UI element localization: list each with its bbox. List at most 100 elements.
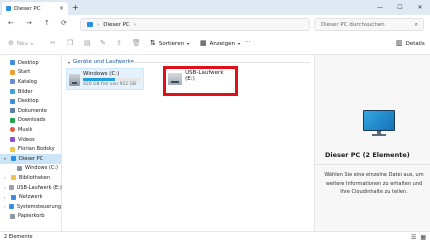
music-icon: [10, 127, 15, 133]
sidebar-item-videos[interactable]: Videos: [0, 135, 61, 145]
network-icon: [11, 194, 16, 200]
group-title: Geräte und Laufwerke: [73, 59, 135, 65]
paste-icon[interactable]: ▤: [84, 40, 91, 47]
computer-icon: [363, 110, 395, 136]
sidebar-item-desktop-2[interactable]: Desktop: [0, 96, 61, 106]
details-label: Details: [405, 40, 425, 47]
windows-drive-icon: [69, 74, 80, 86]
pictures-icon: [10, 89, 15, 95]
breadcrumb[interactable]: Dieser PC: [103, 22, 130, 28]
refresh-icon[interactable]: ⟳: [61, 19, 67, 27]
rename-icon[interactable]: ✎: [100, 40, 106, 47]
sidebar-item-netzwerk[interactable]: › Netzwerk: [0, 192, 61, 202]
libraries-icon: [11, 175, 16, 181]
annotation-highlight-box: [163, 66, 238, 96]
search-input[interactable]: Dieser PC durchsuchen ⌕: [314, 18, 424, 31]
sidebar-item-usb-laufwerk[interactable]: › USB-Laufwerk (E:): [0, 183, 62, 193]
home-icon: [10, 69, 15, 75]
chevron-right-icon[interactable]: ›: [4, 195, 8, 200]
back-arrow-icon[interactable]: ←: [8, 19, 14, 27]
tiles-view-icon[interactable]: ▦: [420, 234, 426, 241]
forward-arrow-icon[interactable]: →: [26, 19, 32, 27]
view-switcher: ☰ ▦: [411, 234, 426, 241]
sidebar-item-dieser-pc[interactable]: ▾ Dieser PC: [0, 153, 61, 164]
sidebar-item-start[interactable]: Start: [0, 68, 61, 78]
search-icon: ⌕: [414, 21, 418, 28]
search-placeholder: Dieser PC durchsuchen: [321, 21, 385, 28]
chevron-down-icon[interactable]: ▾: [4, 156, 8, 161]
window-controls: — ☐ ✕: [370, 0, 430, 15]
documents-icon: [10, 108, 15, 114]
item-count: 2 Elemente: [4, 234, 33, 240]
command-bar: ⊕ Neu ▾ ✂ ❐ ▤ ✎ ⇪ 🗑 ⇅ Sortieren ▾ ▦ Anze…: [0, 34, 430, 55]
sidebar-item-downloads[interactable]: Downloads: [0, 116, 61, 126]
copy-icon[interactable]: ❐: [67, 40, 73, 47]
tab-title: Dieser PC: [14, 5, 41, 12]
sidebar-item-systemsteuerung[interactable]: › Systemsteuerung: [0, 202, 61, 212]
drive-name: Windows (C:): [83, 71, 120, 77]
desktop-icon: [10, 98, 15, 104]
group-header[interactable]: ▾ Geräte und Laufwerke: [68, 59, 134, 65]
sidebar-item-florian-bodsky[interactable]: Florian Bodsky: [0, 144, 61, 154]
navigation-pane: Desktop Start Katalog Bilder Desktop Dok…: [0, 55, 62, 231]
desktop-icon: [10, 60, 15, 66]
new-button[interactable]: ⊕ Neu ▾: [8, 40, 33, 47]
delete-icon[interactable]: 🗑: [132, 40, 141, 47]
chevron-down-icon: ▾: [238, 41, 241, 46]
recycle-bin-icon: [10, 213, 15, 219]
control-panel-icon: [8, 204, 14, 210]
minimize-button[interactable]: —: [370, 0, 390, 15]
drive-free-space: 420 GB frei von 952 GB: [83, 82, 137, 87]
video-icon: [10, 137, 15, 143]
view-button[interactable]: ▦ Anzeigen ▾: [200, 40, 240, 47]
download-icon: [10, 117, 15, 123]
more-options-button[interactable]: ···: [245, 39, 250, 45]
details-title: Dieser PC (2 Elemente): [325, 151, 410, 159]
maximize-button[interactable]: ☐: [390, 0, 410, 15]
sidebar-item-dokumente[interactable]: Dokumente: [0, 106, 61, 116]
address-bar[interactable]: › Dieser PC ›: [80, 18, 310, 31]
sidebar-item-musik[interactable]: Musik: [0, 125, 61, 135]
usb-drive-icon: [8, 185, 14, 191]
sidebar-item-bibliotheken[interactable]: › Bibliotheken: [0, 173, 61, 183]
sidebar-item-papierkorb[interactable]: Papierkorb: [0, 212, 61, 222]
chevron-down-icon: ▾: [187, 41, 190, 46]
new-tab-button[interactable]: +: [72, 3, 79, 12]
sidebar-item-katalog[interactable]: Katalog: [0, 77, 61, 87]
details-pane-icon: ▥: [396, 39, 403, 47]
computer-icon: [87, 22, 93, 27]
breadcrumb-chevron-icon[interactable]: ›: [97, 22, 99, 28]
up-arrow-icon[interactable]: ↑: [44, 19, 50, 27]
drive-tile-windows-c[interactable]: Windows (C:) 420 GB frei von 952 GB: [66, 68, 144, 90]
details-text: Wählen Sie eine einzelne Datei aus, um w…: [324, 172, 424, 195]
share-icon[interactable]: ⇪: [116, 40, 122, 47]
close-tab-icon[interactable]: ×: [59, 5, 64, 12]
view-icon: ▦: [200, 39, 207, 47]
sort-label: Sortieren: [158, 40, 185, 47]
address-row: ← → ↑ ⟳ › Dieser PC › Dieser PC durchsuc…: [0, 15, 430, 34]
cut-icon[interactable]: ✂: [50, 40, 56, 47]
computer-icon: [6, 6, 11, 11]
close-window-button[interactable]: ✕: [410, 0, 430, 15]
chevron-down-icon: ▾: [30, 41, 33, 46]
sidebar-item-desktop[interactable]: Desktop: [0, 58, 61, 68]
plus-circle-icon: ⊕: [8, 39, 14, 47]
sort-button[interactable]: ⇅ Sortieren ▾: [150, 40, 189, 47]
sidebar-item-bilder[interactable]: Bilder: [0, 87, 61, 97]
details-view-icon[interactable]: ☰: [411, 234, 416, 241]
breadcrumb-chevron-icon[interactable]: ›: [134, 22, 136, 28]
group-divider: [130, 62, 310, 63]
details-pane: Dieser PC (2 Elemente) Wählen Sie eine e…: [314, 55, 430, 231]
chevron-right-icon[interactable]: ›: [4, 204, 6, 209]
title-bar: Dieser PC × + — ☐ ✕: [0, 0, 430, 15]
tab-dieser-pc[interactable]: Dieser PC ×: [2, 2, 68, 15]
drive-usage-fill: [83, 78, 116, 81]
chevron-down-icon[interactable]: ▾: [68, 60, 70, 65]
user-folder-icon: [10, 146, 15, 152]
sidebar-item-windows-c[interactable]: Windows (C:): [0, 164, 61, 174]
chevron-right-icon[interactable]: ›: [4, 175, 8, 180]
chevron-right-icon[interactable]: ›: [4, 185, 6, 190]
gallery-icon: [10, 79, 15, 85]
sort-icon: ⇅: [150, 39, 156, 47]
details-button[interactable]: ▥ Details: [396, 40, 425, 47]
